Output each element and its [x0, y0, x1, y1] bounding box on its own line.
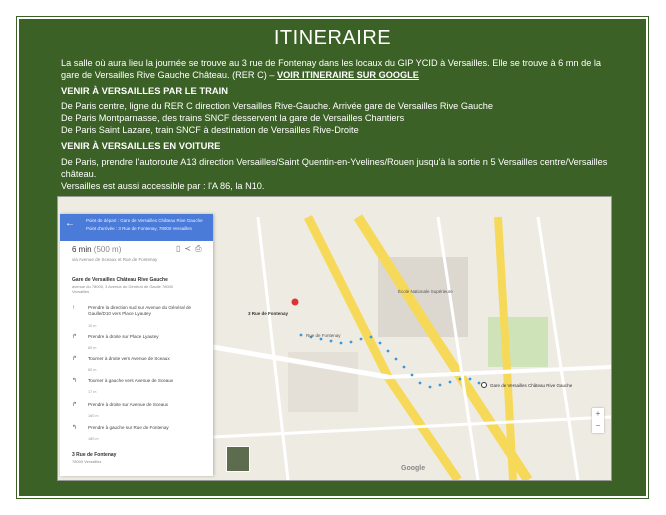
- step-distance: 80 m: [88, 368, 97, 372]
- station-label: Gare de Versailles Château Rive Gauche: [490, 383, 573, 388]
- car-heading: VENIR À VERSAILLES EN VOITURE: [61, 140, 221, 151]
- train-heading: VENIR À VERSAILLES PAR LE TRAIN: [61, 85, 229, 96]
- to-text: Point d'arrivée : 3 Rue de Fontenay, 780…: [86, 226, 192, 231]
- back-arrow-icon[interactable]: ←: [65, 218, 75, 229]
- destination-address: 78000 Versailles: [72, 459, 102, 464]
- directions-header: ← Point de départ : Gare de Versailles C…: [60, 214, 213, 241]
- step-distance: 10 m: [88, 324, 97, 328]
- route-duration: 6 min (500 m): [72, 245, 121, 254]
- share-icon[interactable]: ≺: [184, 244, 195, 253]
- duration-value: 6 min: [72, 245, 92, 254]
- print-icon[interactable]: ⎙: [195, 244, 205, 253]
- step-text: Tourner à gauche vers Avenue de Sceaux: [88, 378, 174, 383]
- car-line: Versailles est aussi accessible par : l'…: [61, 181, 265, 191]
- page: ITINERAIRE La salle où aura lieu la jour…: [0, 0, 666, 515]
- direction-step[interactable]: ↑ Prendre la direction sud sur Avenue du…: [72, 305, 200, 328]
- step-text: Tourner à droite vers Avenue de Sceaux: [88, 356, 170, 361]
- satellite-toggle[interactable]: [226, 446, 250, 472]
- zoom-out-button[interactable]: −: [592, 420, 604, 432]
- distance-value: (500 m): [93, 245, 122, 254]
- direction-step[interactable]: ↱ Prendre à droite sur Avenue de Sceaux …: [72, 402, 200, 420]
- pin-label: 3 Rue de Fontenay: [248, 311, 289, 316]
- zoom-in-button[interactable]: +: [592, 408, 604, 420]
- turn-right-icon: ↱: [72, 334, 78, 340]
- turn-right-icon: ↱: [72, 356, 78, 362]
- zoom-control[interactable]: + −: [592, 408, 604, 433]
- park-block: [488, 317, 548, 367]
- step-text: Prendre la direction sud sur Avenue du G…: [88, 305, 192, 316]
- intro-text: La salle où aura lieu la journée se trou…: [61, 57, 621, 81]
- car-section: De Paris, prendre l'autoroute A13 direct…: [61, 156, 621, 192]
- turn-left-icon: ↰: [72, 378, 78, 384]
- car-line: De Paris, prendre l'autoroute A13 direct…: [61, 157, 608, 179]
- straight-arrow-icon: ↑: [72, 305, 75, 311]
- direction-step[interactable]: ↰ Prendre à gauche sur Rue de Fontenay 1…: [72, 425, 200, 443]
- step-text: Prendre à droite sur Avenue de Sceaux: [88, 402, 169, 407]
- train-line: De Paris centre, ligne du RER C directio…: [61, 101, 494, 111]
- destination-pin: [291, 298, 299, 306]
- step-distance: 160 m: [88, 414, 99, 418]
- turn-left-icon: ↰: [72, 425, 78, 431]
- step-text: Prendre à gauche sur Rue de Fontenay: [88, 425, 169, 430]
- google-logo: Google: [401, 465, 426, 472]
- origin-address: avenue du 78000, 3 Avenue du Général de …: [72, 284, 174, 294]
- direction-step[interactable]: ↱ Prendre à droite sur Place Lyautey 80 …: [72, 334, 200, 352]
- destination-title: 3 Rue de Fontenay: [72, 452, 117, 458]
- google-itinerary-link[interactable]: VOIR ITINERAIRE SUR GOOGLE: [277, 70, 419, 80]
- school-label: École Nationale Supérieure: [398, 289, 453, 294]
- train-line: De Paris Saint Lazare, train SNCF à dest…: [61, 125, 359, 135]
- turn-right-icon: ↱: [72, 402, 78, 408]
- direction-step[interactable]: ↱ Tourner à droite vers Avenue de Sceaux…: [72, 356, 200, 374]
- direction-step[interactable]: ↰ Tourner à gauche vers Avenue de Sceaux…: [72, 378, 200, 396]
- step-text: Prendre à droite sur Place Lyautey: [88, 334, 159, 339]
- sidebar-actions[interactable]: ▯≺⎙: [176, 244, 206, 254]
- train-line: De Paris Montparnasse, des trains SNCF d…: [61, 113, 405, 123]
- train-section: De Paris centre, ligne du RER C directio…: [61, 100, 621, 136]
- step-distance: 180 m: [88, 437, 99, 441]
- from-text: Point de départ : Gare de Versailles Châ…: [86, 218, 203, 223]
- step-distance: 17 m: [88, 390, 97, 394]
- map-screenshot[interactable]: 3 Rue de Fontenay Gare de Versailles Châ…: [57, 196, 612, 481]
- street-label: Rue de Fontenay: [306, 333, 341, 338]
- page-title: ITINERAIRE: [273, 27, 392, 49]
- origin-marker: [481, 382, 487, 388]
- origin-title: Gare de Versailles Château Rive Gauche: [72, 277, 168, 283]
- step-distance: 80 m: [88, 346, 97, 350]
- route-via: via Avenue de Sceaux et Rue de Fontenay: [72, 257, 158, 262]
